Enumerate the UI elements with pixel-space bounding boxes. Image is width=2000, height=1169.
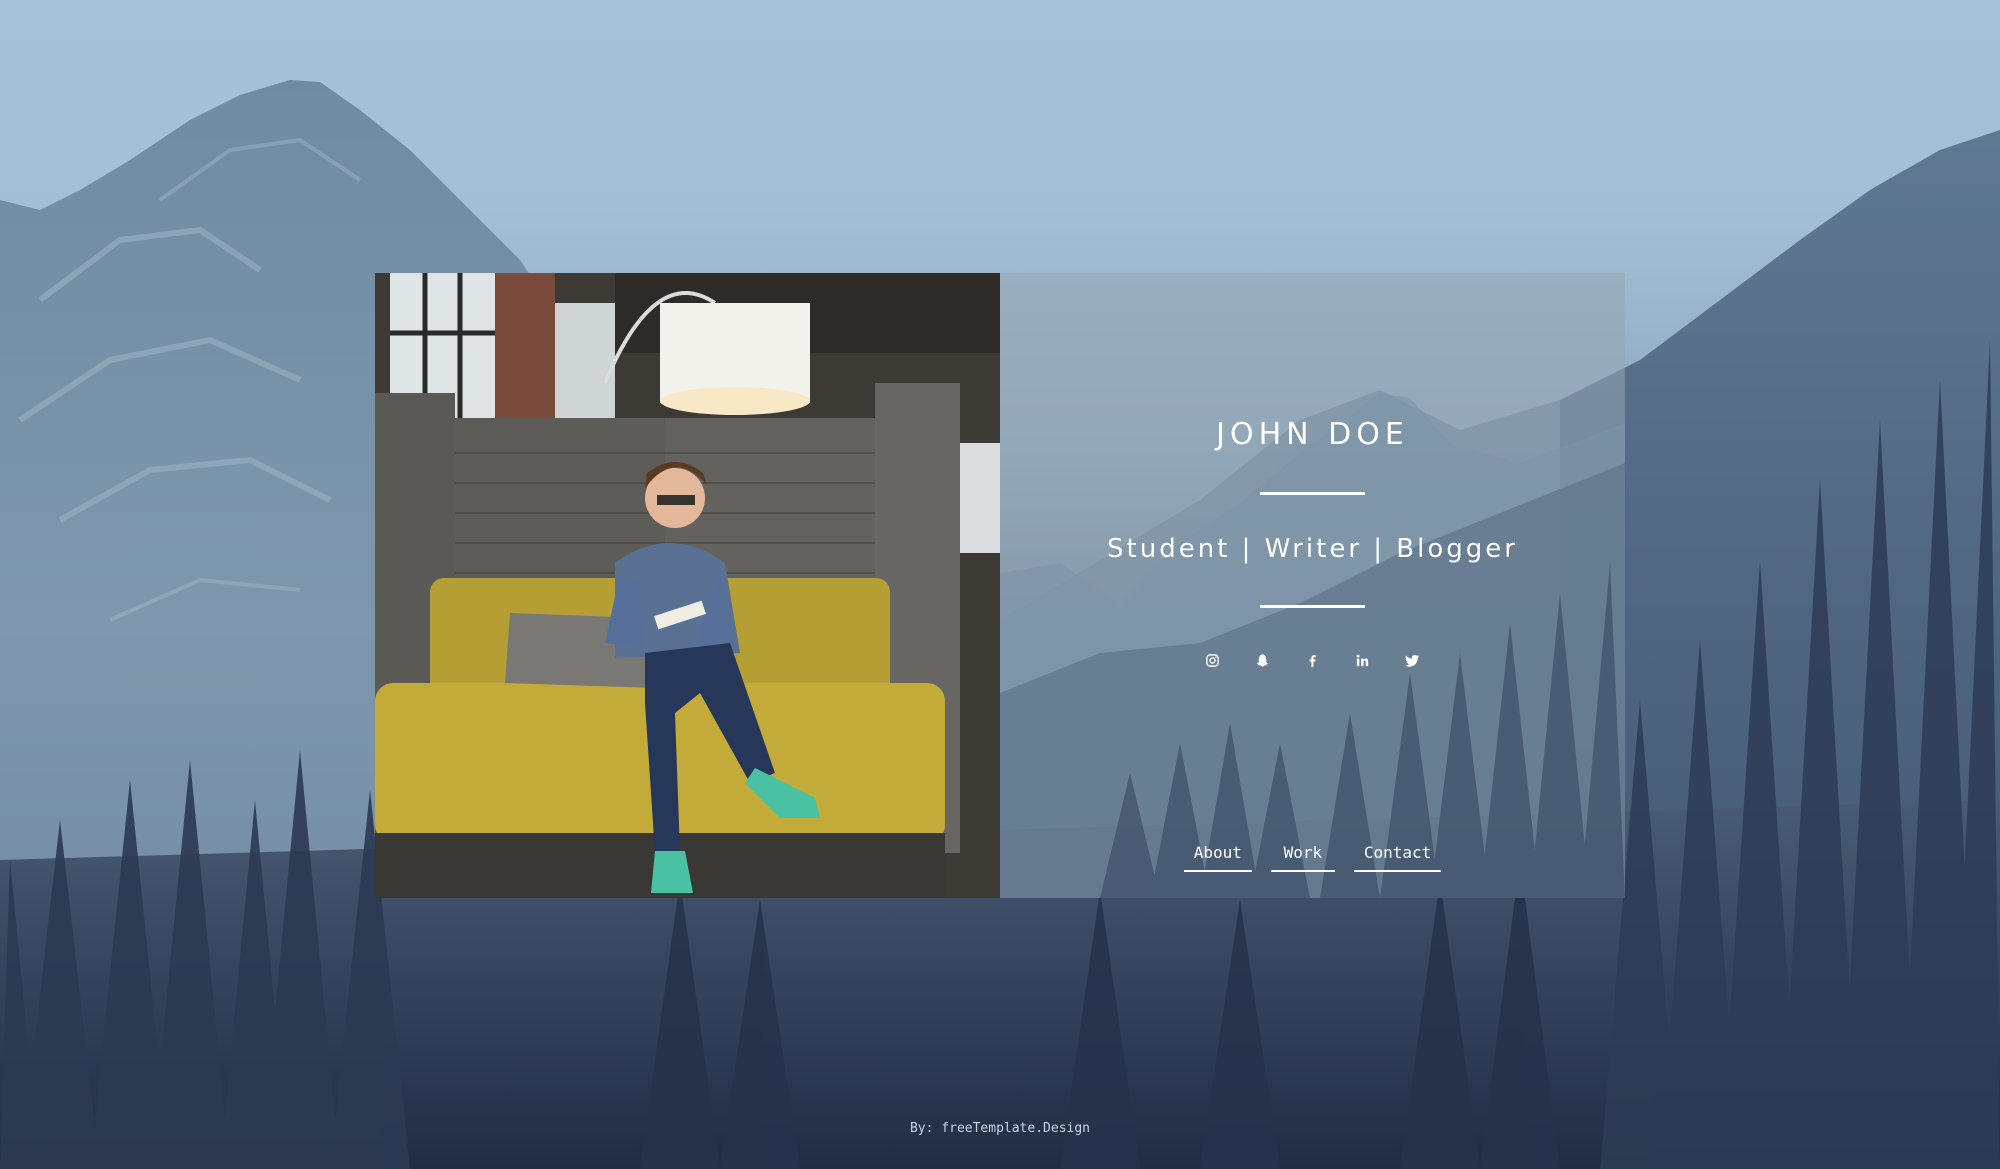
- instagram-link[interactable]: [1188, 648, 1238, 672]
- linkedin-icon: [1356, 654, 1369, 666]
- profile-name: JOHN DOE: [1216, 417, 1409, 452]
- nav-contact-link[interactable]: Contact: [1353, 843, 1442, 872]
- snapchat-link[interactable]: [1238, 648, 1288, 672]
- name-divider: [1260, 492, 1365, 495]
- footer-credit: By: freeTemplate.Design: [909, 1121, 1090, 1136]
- page-background: JOHN DOE Student | Writer | Blogger Abou…: [0, 0, 2000, 1169]
- snapchat-icon: [1256, 653, 1269, 667]
- profile-tagline: Student | Writer | Blogger: [1107, 534, 1518, 564]
- social-links: [1000, 648, 1625, 672]
- linkedin-link[interactable]: [1338, 648, 1388, 672]
- profile-card: JOHN DOE Student | Writer | Blogger Abou…: [375, 273, 1625, 898]
- instagram-icon: [1206, 653, 1219, 667]
- twitter-link[interactable]: [1388, 648, 1438, 672]
- facebook-link[interactable]: [1288, 648, 1338, 672]
- nav-about-link[interactable]: About: [1183, 843, 1252, 872]
- profile-photo: [375, 273, 1000, 898]
- twitter-icon: [1405, 654, 1420, 667]
- main-nav: About Work Contact: [1000, 843, 1625, 872]
- profile-info-panel: JOHN DOE Student | Writer | Blogger Abou…: [1000, 273, 1625, 898]
- nav-work-link[interactable]: Work: [1270, 843, 1335, 872]
- person-on-sofa-image: [375, 273, 1000, 898]
- facebook-icon: [1309, 654, 1316, 667]
- tagline-divider: [1260, 605, 1365, 608]
